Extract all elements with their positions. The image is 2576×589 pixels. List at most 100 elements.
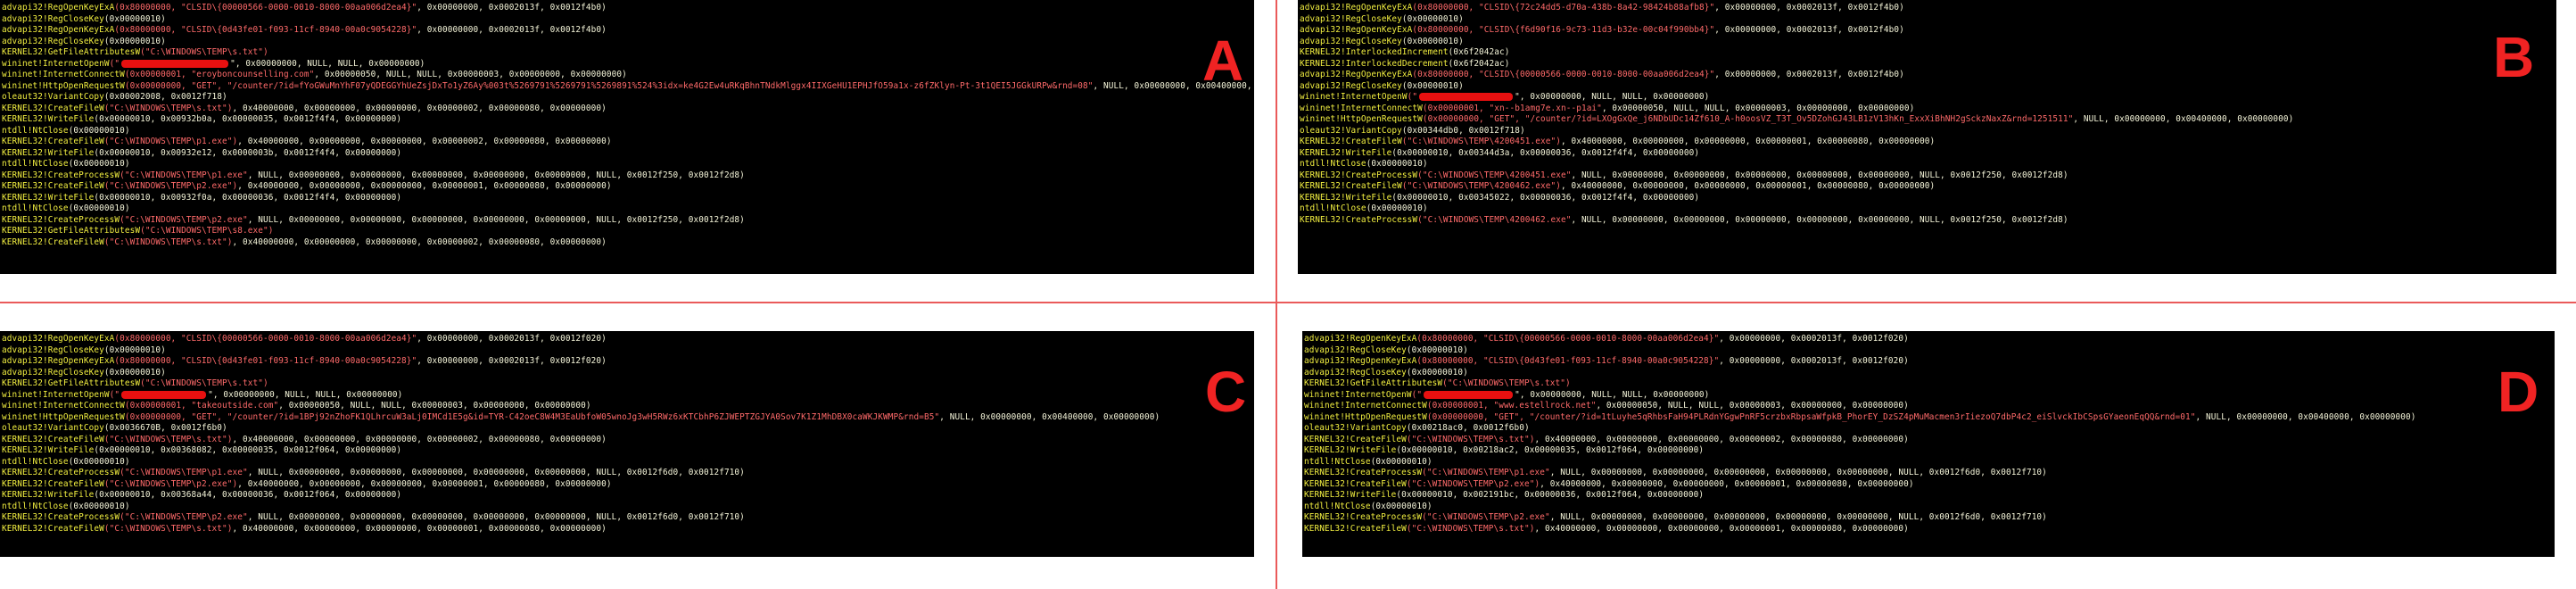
api-call-arguments: (0x00000010): [1406, 367, 1468, 377]
api-function-name: wininet!HttpOpenRequestW: [2, 411, 125, 422]
trace-line: wininet!HttpOpenRequestW(0x00000000, "GE…: [2, 412, 1251, 424]
api-function-name: advapi32!RegOpenKeyExA: [1300, 70, 1413, 79]
trace-line: ntdll!NtClose(0x00000010): [2, 126, 1251, 137]
api-call-arguments: , 0x00000000, 0x0002013f, 0x0012f4b0): [417, 25, 607, 35]
api-function-name: oleaut32!VariantCopy: [1300, 125, 1402, 136]
api-function-name: wininet!HttpOpenRequestW: [2, 80, 125, 91]
api-string-argument: ("C:\WINDOWS\TEMP\s.txt"): [140, 47, 268, 57]
api-string-argument: ("C:\WINDOWS\TEMP\p2.exe": [120, 512, 248, 522]
api-call-arguments: , NULL, 0x00000000, 0x00000000, 0x000000…: [247, 468, 745, 477]
api-function-name: advapi32!RegOpenKeyExA: [1300, 3, 1413, 12]
api-call-arguments: (0x6f2042ac): [1448, 47, 1510, 57]
trace-line: KERNEL32!GetFileAttributesW("C:\WINDOWS\…: [2, 47, 1251, 59]
api-call-arguments: , NULL, 0x00000000, 0x00000000, 0x000000…: [247, 170, 745, 180]
api-function-name: ntdll!NtClose: [1300, 203, 1366, 213]
api-function-name: KERNEL32!CreateFileW: [2, 236, 104, 247]
api-string-argument: ("C:\WINDOWS\TEMP\4200451.exe": [1417, 170, 1572, 180]
api-function-name: oleaut32!VariantCopy: [1304, 423, 1407, 433]
api-call-arguments: (0x00000010): [103, 344, 166, 355]
api-string-argument: ("C:\WINDOWS\TEMP\s.txt"): [1442, 378, 1571, 388]
redaction-mark: [1424, 390, 1514, 399]
api-call-arguments: (0x00344db0, 0x0012f718): [1401, 125, 1525, 136]
api-string-argument: ("C:\WINDOWS\TEMP\p2.exe"): [103, 181, 238, 191]
api-string-argument: (0x00000000, "GET", "/counter/?id=1BPj92…: [124, 411, 940, 422]
trace-line: KERNEL32!CreateFileW("C:\WINDOWS\TEMP\s.…: [2, 104, 1251, 115]
api-string-argument: (0x80000000, "CLSID\{f6d90f16-9c73-11d3-…: [1412, 25, 1715, 35]
trace-line: KERNEL32!WriteFile(0x00000010, 0x00932b0…: [2, 114, 1251, 126]
api-string-argument: (0x00000001, "www.estellrock.net": [1426, 401, 1597, 411]
api-function-name: KERNEL32!GetFileAttributesW: [2, 378, 141, 388]
api-function-name: advapi32!RegCloseKey: [2, 13, 104, 24]
trace-line: advapi32!RegOpenKeyExA(0x80000000, "CLSI…: [1300, 70, 2553, 81]
api-function-name: ntdll!NtClose: [2, 125, 69, 136]
trace-panel-a: advapi32!RegOpenKeyExA(0x80000000, "CLSI…: [0, 0, 1254, 274]
api-string-argument: ("C:\WINDOWS\TEMP\s.txt"): [103, 103, 233, 113]
trace-line: ntdll!NtClose(0x00000010): [2, 457, 1251, 469]
api-call-arguments: , 0x00000000, 0x0002013f, 0x0012f4b0): [1714, 25, 1904, 35]
redaction-mark: [1419, 93, 1514, 101]
api-function-name: wininet!InternetOpenW: [1300, 92, 1408, 102]
trace-line: wininet!InternetConnectW(0x00000001, "xn…: [1300, 104, 2553, 115]
api-function-name: wininet!InternetOpenW: [2, 58, 110, 69]
api-string-argument: (0x80000000, "CLSID\{00000566-0000-0010-…: [114, 334, 417, 344]
api-call-arguments: (0x00000010, 0x00932b0a, 0x00000035, 0x0…: [94, 114, 402, 124]
api-function-name: KERNEL32!WriteFile: [1304, 490, 1397, 500]
api-call-arguments: , 0x40000000, 0x00000000, 0x00000000, 0x…: [237, 181, 612, 191]
api-call-arguments: , 0x40000000, 0x00000000, 0x00000000, 0x…: [1560, 181, 1936, 191]
trace-line: KERNEL32!WriteFile(0x00000010, 0x00368a4…: [2, 490, 1251, 502]
api-call-arguments: (0x00000010, 0x00368a44, 0x00000036, 0x0…: [94, 490, 402, 500]
api-function-name: advapi32!RegOpenKeyExA: [2, 356, 115, 366]
api-string-argument: ("C:\WINDOWS\TEMP\4200451.exe"): [1401, 137, 1561, 146]
api-string-argument: (0x00000001, "takeoutside.com": [124, 401, 279, 411]
api-call-arguments: , 0x40000000, 0x00000000, 0x00000000, 0x…: [1534, 434, 1909, 444]
api-call-arguments: (0x00000010): [1401, 80, 1464, 91]
api-function-name: KERNEL32!WriteFile: [2, 147, 95, 158]
api-function-name: KERNEL32!WriteFile: [2, 490, 95, 500]
api-function-name: KERNEL32!CreateFileW: [2, 137, 104, 146]
api-function-name: KERNEL32!CreateFileW: [2, 434, 104, 444]
api-function-name: KERNEL32!WriteFile: [2, 114, 95, 124]
api-string-argument: (0x00000000, "GET", "/counter/?id=fYoGWu…: [124, 80, 1094, 91]
api-string-argument: ("C:\WINDOWS\TEMP\p1.exe"): [103, 137, 238, 146]
api-call-arguments: , 0x00000000, 0x0002013f, 0x0012f4b0): [1714, 70, 1904, 79]
trace-line: advapi32!RegOpenKeyExA(0x80000000, "CLSI…: [2, 3, 1251, 14]
api-call-arguments: , 0x40000000, 0x00000000, 0x00000000, 0x…: [1534, 523, 1909, 534]
api-call-arguments: , 0x00000000, 0x0002013f, 0x0012f4b0): [1714, 3, 1904, 12]
api-string-argument: ("C:\WINDOWS\TEMP\p2.exe": [1422, 512, 1550, 522]
trace-line: KERNEL32!CreateFileW("C:\WINDOWS\TEMP\s.…: [2, 237, 1251, 249]
api-function-name: ntdll!NtClose: [2, 159, 69, 169]
api-call-arguments: (0x00000010): [103, 367, 166, 377]
vertical-divider: [1276, 0, 1277, 589]
api-function-name: KERNEL32!WriteFile: [1304, 445, 1397, 455]
api-function-name: advapi32!RegOpenKeyExA: [2, 25, 115, 35]
api-function-name: advapi32!RegOpenKeyExA: [1304, 356, 1417, 366]
api-call-arguments: (0x00000010): [68, 125, 130, 136]
api-call-arguments: (0x00000010): [103, 36, 166, 46]
panel-letter-a: A: [1202, 29, 1244, 93]
api-string-argument: ("C:\WINDOWS\TEMP\s.txt"): [103, 236, 233, 247]
api-function-name: KERNEL32!CreateProcessW: [2, 214, 120, 225]
api-string-argument: ("C:\WINDOWS\TEMP\p2.exe"): [1406, 478, 1540, 489]
api-call-arguments: , 0x00000000, 0x0002013f, 0x0012f020): [1719, 356, 1909, 366]
trace-line: advapi32!RegCloseKey(0x00000010): [1300, 14, 2553, 26]
api-function-name: KERNEL32!CreateProcessW: [1300, 214, 1418, 225]
trace-line: KERNEL32!WriteFile(0x00000010, 0x0036808…: [2, 445, 1251, 457]
api-function-name: KERNEL32!InterlockedDecrement: [1300, 58, 1449, 69]
api-call-arguments: , NULL, 0x00000000, 0x00400000, 0x000000…: [939, 411, 1160, 422]
api-string-argument: (": [109, 58, 120, 69]
trace-lines: advapi32!RegOpenKeyExA (0x80000000, "CLSI…: [2, 334, 1251, 535]
trace-line: KERNEL32!WriteFile(0x00000010, 0x00218ac…: [1304, 445, 2551, 457]
trace-line: wininet!InternetConnectW(0x00000001, "er…: [2, 70, 1251, 81]
horizontal-divider: [0, 302, 2576, 303]
api-function-name: ntdll!NtClose: [2, 203, 69, 213]
api-call-arguments: (0x00000010): [1370, 456, 1432, 467]
api-function-name: oleaut32!VariantCopy: [2, 423, 104, 433]
trace-line: oleaut32!VariantCopy(0x0036670B, 0x0012f…: [2, 423, 1251, 435]
api-call-arguments: , NULL, 0x00000000, 0x00000000, 0x000000…: [1549, 512, 2047, 522]
api-call-arguments: (0x00002008, 0x0012f718): [103, 92, 227, 102]
api-call-arguments: , NULL, 0x00000000, 0x00400000, 0x000000…: [2195, 411, 2416, 422]
api-function-name: ntdll!NtClose: [1304, 501, 1371, 511]
api-call-arguments: , 0x00000000, 0x0002013f, 0x0012f020): [417, 356, 607, 366]
panel-letter-d: D: [2498, 360, 2539, 424]
api-function-name: KERNEL32!CreateFileW: [1300, 137, 1402, 146]
